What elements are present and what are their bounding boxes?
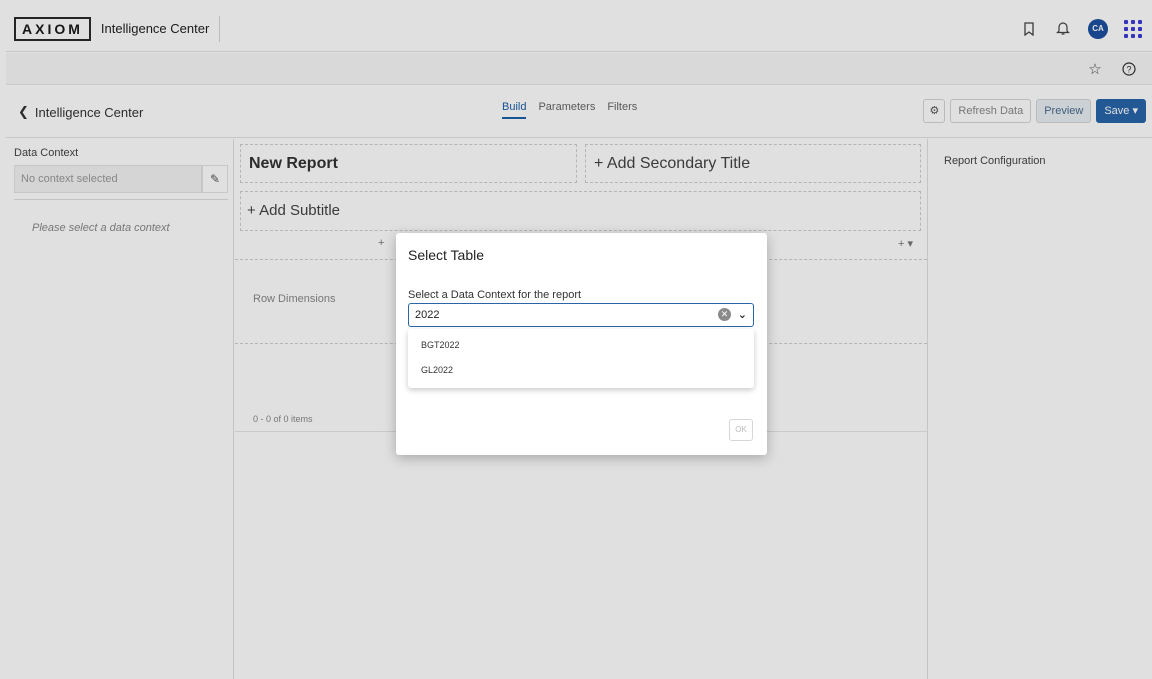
combobox-value: 2022 [415, 309, 440, 321]
option-item[interactable]: BGT2022 [408, 333, 754, 358]
ok-button[interactable]: OK [729, 419, 753, 441]
select-table-dialog: Select Table Select a Data Context for t… [396, 233, 767, 455]
data-context-select-label: Select a Data Context for the report [408, 289, 582, 301]
dialog-title: Select Table [408, 247, 485, 263]
options-dropdown: BGT2022 GL2022 [408, 329, 754, 388]
data-context-combobox[interactable]: 2022 ✕ ⌄ [408, 303, 754, 327]
clear-icon[interactable]: ✕ [718, 308, 731, 321]
option-item[interactable]: GL2022 [408, 358, 754, 383]
chevron-down-icon[interactable]: ⌄ [738, 304, 747, 326]
